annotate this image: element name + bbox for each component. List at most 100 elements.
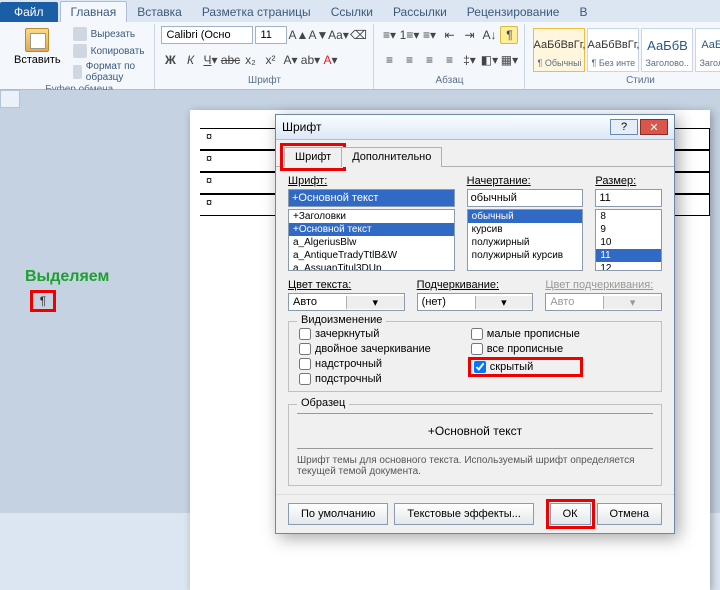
superscript-checkbox[interactable]: надстрочный — [299, 358, 431, 370]
allcaps-checkbox[interactable]: все прописные — [471, 343, 580, 355]
list-item[interactable]: +Заголовки — [289, 210, 454, 223]
help-button[interactable]: ? — [610, 119, 638, 135]
sample-preview: +Основной текст — [297, 413, 653, 449]
line-spacing-button[interactable]: ‡▾ — [460, 51, 478, 69]
scissors-icon — [73, 27, 87, 41]
pilcrow-highlight: ¶ — [30, 290, 56, 312]
align-left-button[interactable]: ≡ — [380, 51, 398, 69]
show-marks-button[interactable]: ¶ — [500, 26, 518, 44]
list-item[interactable]: курсив — [468, 223, 583, 236]
subscript-button[interactable]: x₂ — [241, 51, 259, 69]
borders-button[interactable]: ▦▾ — [500, 51, 518, 69]
tab-insert[interactable]: Вставка — [127, 2, 192, 22]
indent-button[interactable]: ⇥ — [460, 26, 478, 44]
list-item[interactable]: a_AssuanTitul3DUp — [289, 262, 454, 271]
paste-button[interactable]: Вставить — [10, 26, 65, 84]
tab-review[interactable]: Рецензирование — [457, 2, 570, 22]
list-item[interactable]: a_AntiqueTradyTtlB&W — [289, 249, 454, 262]
font-color-button[interactable]: A▾ — [321, 51, 339, 69]
effects-title: Видоизменение — [297, 314, 386, 326]
double-strike-checkbox[interactable]: двойное зачеркивание — [299, 343, 431, 355]
group-clipboard: Вставить Вырезать Копировать Формат по о… — [4, 24, 155, 89]
grow-font-button[interactable]: A▲ — [289, 26, 307, 44]
bold-button[interactable]: Ж — [161, 51, 179, 69]
format-painter-button[interactable]: Формат по образцу — [69, 60, 149, 84]
change-case-button[interactable]: Aa▾ — [329, 26, 347, 44]
pilcrow-icon: ¶ — [40, 294, 46, 308]
dialog-buttons: По умолчанию Текстовые эффекты... ОК Отм… — [276, 494, 674, 533]
underline-dropdown[interactable]: (нет)▾ — [417, 293, 534, 311]
multilevel-button[interactable]: ≡▾ — [420, 26, 438, 44]
ok-button[interactable]: ОК — [550, 503, 591, 525]
italic-button[interactable]: К — [181, 51, 199, 69]
justify-button[interactable]: ≡ — [440, 51, 458, 69]
dialog-titlebar[interactable]: Шрифт ? ✕ — [276, 115, 674, 140]
tab-layout[interactable]: Разметка страницы — [192, 2, 321, 22]
list-item[interactable]: a_AlgeriusBlw — [289, 236, 454, 249]
ribbon-tabs: Файл Главная Вставка Разметка страницы С… — [0, 0, 720, 22]
font-color-dropdown[interactable]: Авто▾ — [288, 293, 405, 311]
strike-button[interactable]: abc — [221, 51, 239, 69]
list-item[interactable]: обычный — [468, 210, 583, 223]
brush-icon — [73, 65, 82, 79]
hidden-checkbox[interactable]: скрытый — [468, 357, 583, 377]
cancel-button[interactable]: Отмена — [597, 503, 662, 525]
font-input[interactable] — [288, 189, 455, 207]
list-item[interactable]: 10 — [596, 236, 661, 249]
tab-home[interactable]: Главная — [60, 1, 128, 22]
annotation-text: Выделяем — [25, 268, 109, 286]
tab-file[interactable]: Файл — [0, 2, 58, 22]
subscript-checkbox[interactable]: подстрочный — [299, 373, 431, 385]
style-gallery[interactable]: АаБбВвГг, ¶ Обычный АаБбВвГг, ¶ Без инте… — [531, 26, 720, 75]
style-tile-normal[interactable]: АаБбВвГг, ¶ Обычный — [533, 28, 585, 72]
cut-button[interactable]: Вырезать — [69, 26, 149, 42]
list-item[interactable]: 9 — [596, 223, 661, 236]
list-item[interactable]: 8 — [596, 210, 661, 223]
shading-button[interactable]: ◧▾ — [480, 51, 498, 69]
highlight-button[interactable]: ab▾ — [301, 51, 319, 69]
list-item[interactable]: 12 — [596, 262, 661, 271]
style-tile-heading1[interactable]: АаБбВ Заголово... — [641, 28, 693, 72]
superscript-button[interactable]: x² — [261, 51, 279, 69]
sample-title: Образец — [297, 397, 349, 409]
list-item[interactable]: полужирный — [468, 236, 583, 249]
shrink-font-button[interactable]: A▼ — [309, 26, 327, 44]
text-effects-button[interactable]: Текстовые эффекты... — [394, 503, 534, 525]
tab-mailings[interactable]: Рассылки — [383, 2, 457, 22]
sort-button[interactable]: A↓ — [480, 26, 498, 44]
copy-button[interactable]: Копировать — [69, 43, 149, 59]
style-tile-nospacing[interactable]: АаБбВвГг, ¶ Без инте... — [587, 28, 639, 72]
numbering-button[interactable]: 1≡▾ — [400, 26, 418, 44]
font-name-combo[interactable]: Calibri (Осно — [161, 26, 253, 44]
style-tile-heading2[interactable]: АаБбВв Заголово... — [695, 28, 720, 72]
size-listbox[interactable]: 8 9 10 11 12 — [595, 209, 662, 271]
font-listbox[interactable]: +Заголовки +Основной текст a_AlgeriusBlw… — [288, 209, 455, 271]
size-input[interactable] — [595, 189, 662, 207]
close-button[interactable]: ✕ — [640, 119, 668, 135]
group-title-paragraph: Абзац — [380, 75, 518, 87]
underline-button[interactable]: Ч▾ — [201, 51, 219, 69]
align-right-button[interactable]: ≡ — [420, 51, 438, 69]
outdent-button[interactable]: ⇤ — [440, 26, 458, 44]
strike-checkbox[interactable]: зачеркнутый — [299, 328, 431, 340]
bullets-button[interactable]: ≡▾ — [380, 26, 398, 44]
list-item[interactable]: полужирный курсив — [468, 249, 583, 262]
font-size-combo[interactable]: 11 — [255, 26, 287, 44]
align-center-button[interactable]: ≡ — [400, 51, 418, 69]
group-title-font: Шрифт — [161, 75, 367, 87]
style-label: Начертание: — [467, 175, 584, 187]
sample-hint: Шрифт темы для основного текста. Использ… — [297, 455, 653, 477]
smallcaps-checkbox[interactable]: малые прописные — [471, 328, 580, 340]
tab-references[interactable]: Ссылки — [321, 2, 383, 22]
default-button[interactable]: По умолчанию — [288, 503, 388, 525]
text-effects-button[interactable]: A▾ — [281, 51, 299, 69]
style-listbox[interactable]: обычный курсив полужирный полужирный кур… — [467, 209, 584, 271]
list-item[interactable]: 11 — [596, 249, 661, 262]
dialog-tab-font[interactable]: Шрифт — [284, 147, 342, 167]
dialog-tab-advanced[interactable]: Дополнительно — [341, 147, 442, 167]
list-item[interactable]: +Основной текст — [289, 223, 454, 236]
clear-format-button[interactable]: ⌫ — [349, 26, 367, 44]
style-input[interactable] — [467, 189, 584, 207]
tab-view[interactable]: В — [569, 2, 597, 22]
effects-group: Видоизменение зачеркнутый двойное зачерк… — [288, 321, 662, 392]
